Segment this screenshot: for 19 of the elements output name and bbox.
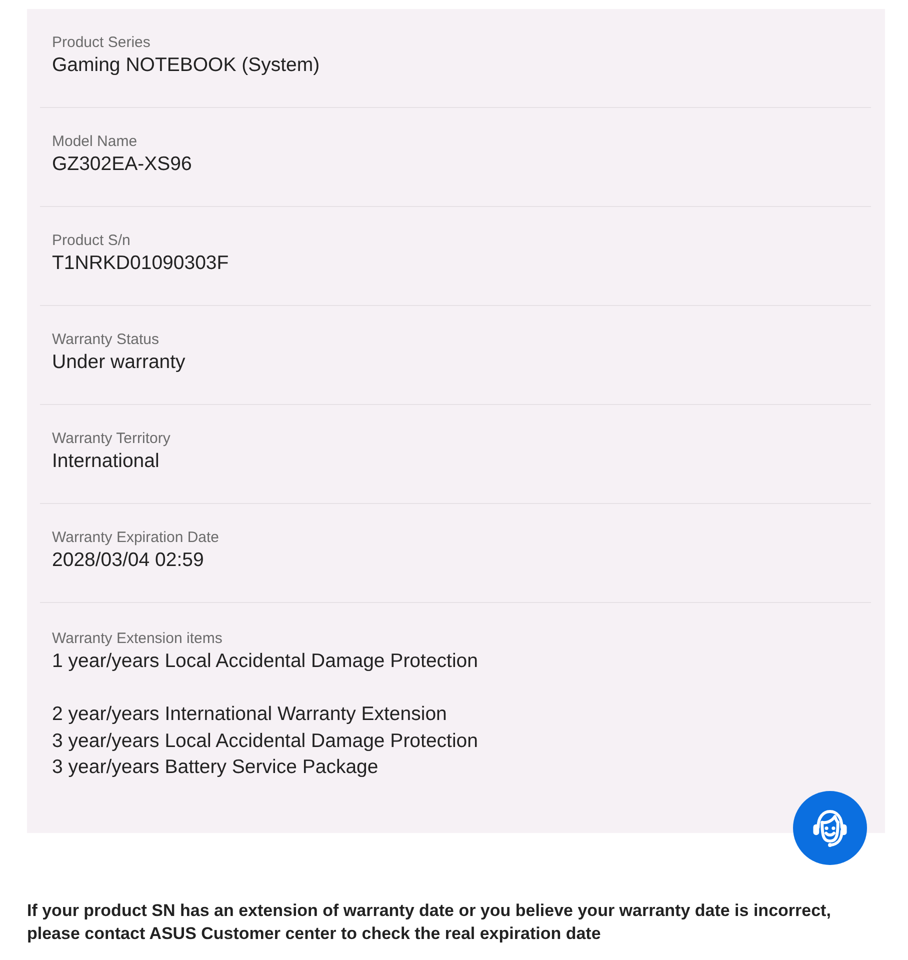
field-value: 2028/03/04 02:59 xyxy=(52,548,204,573)
field-value: International xyxy=(52,449,160,474)
field-value: Under warranty xyxy=(52,350,186,375)
extension-item: 2 year/years International Warranty Extension xyxy=(52,702,447,727)
warranty-notice: If your product SN has an extension of warranty date or you believe your warranty date is incorrect, please contact ASUS Customer center to check the real expiration date xyxy=(27,900,832,945)
extension-item: 1 year/years Local Accidental Damage Protection xyxy=(52,649,478,674)
extension-item: 3 year/years Battery Service Package xyxy=(52,755,378,780)
field-label: Product S/n xyxy=(52,232,130,250)
headset-agent-icon xyxy=(812,810,848,846)
field-label: Warranty Extension items xyxy=(52,630,222,648)
field-label: Product Series xyxy=(52,34,150,52)
field-value: Gaming NOTEBOOK (System) xyxy=(52,53,320,78)
field-label: Model Name xyxy=(52,133,138,151)
extension-item: 3 year/years Local Accidental Damage Protection xyxy=(52,728,478,754)
field-label: Warranty Territory xyxy=(52,430,170,448)
field-label: Warranty Status xyxy=(52,331,159,349)
field-value: T1NRKD01090303F xyxy=(52,251,229,276)
field-label: Warranty Expiration Date xyxy=(52,529,220,547)
field-value: GZ302EA-XS96 xyxy=(52,152,192,177)
